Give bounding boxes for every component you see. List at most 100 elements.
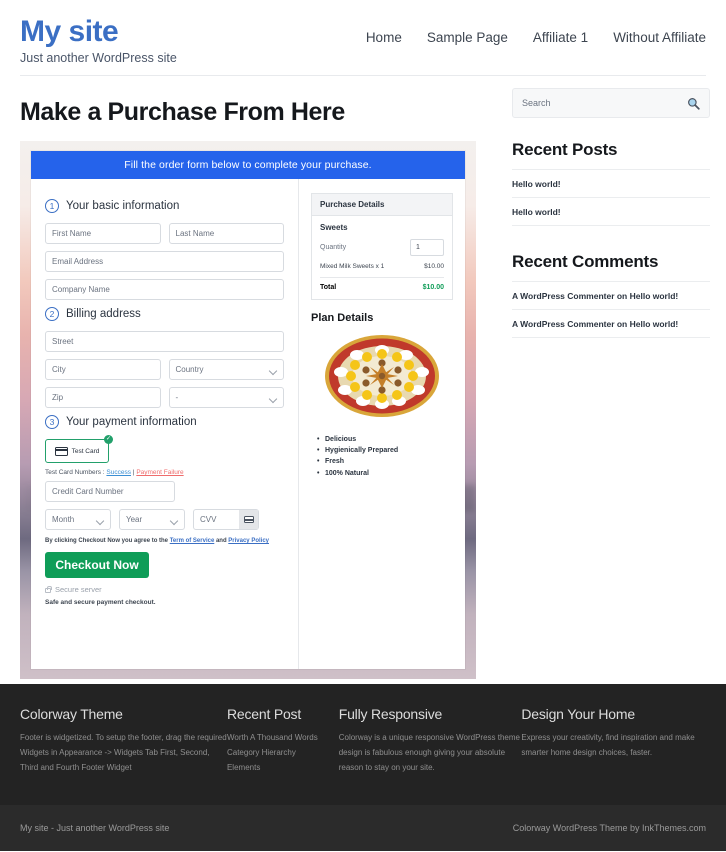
page-body: Make a Purchase From Here Fill the order… [0,76,726,684]
state-select[interactable]: - [168,387,284,408]
site-branding[interactable]: My site Just another WordPress site [20,10,177,65]
list-item[interactable]: Hello world! [512,198,710,226]
total-value: $10.00 [422,284,444,291]
credit-card-number-input[interactable]: Credit Card Number [45,481,175,502]
terms-prefix: By clicking Checkout Now you agree to th… [45,538,170,544]
footer-widget-4-text: Express your creativity, find inspiratio… [521,733,695,757]
list-item[interactable]: Elements [227,761,339,776]
first-name-input[interactable]: First Name [45,223,161,244]
credit-card-icon [54,446,68,456]
test-card-option[interactable]: ✓ Test Card [45,435,113,463]
nav-item-affiliate-1[interactable]: Affiliate 1 [533,30,588,45]
test-card-success-link[interactable]: Success [106,469,131,476]
widget-title-recent-comments: Recent Comments [512,252,710,282]
checkout-now-button[interactable]: Checkout Now [45,552,149,578]
list-item[interactable]: A WordPress Commenter on Hello world! [512,282,710,310]
safe-checkout-note: Safe and secure payment checkout. [45,599,156,606]
order-form-card: Fill the order form below to complete yo… [31,151,465,669]
order-form-banner: Fill the order form below to complete yo… [31,151,465,179]
last-name-input[interactable]: Last Name [168,223,284,244]
site-footer: Colorway Theme Footer is widgetized. To … [0,684,726,805]
footer-widget-1-text: Footer is widgetized. To setup the foote… [20,733,227,772]
cvv-help-button[interactable] [239,510,258,529]
street-input[interactable]: Street [45,331,284,352]
lock-icon [45,586,52,593]
product-name: Sweets [320,223,348,232]
total-label: Total [320,284,337,291]
list-item: Delicious [317,434,453,445]
footer-recent-post-list: Worth A Thousand Words Category Hierarch… [227,731,339,775]
footer-theme-credit[interactable]: Colorway WordPress Theme by InkThemes.co… [513,823,706,833]
product-image [311,332,453,420]
footer-widget-3-text: Colorway is a unique responsive WordPres… [338,733,520,772]
privacy-policy-link[interactable]: Privacy Policy [228,538,269,544]
recent-comment-link[interactable]: A WordPress Commenter on Hello world! [512,291,678,301]
search-icon[interactable] [687,97,700,110]
list-item[interactable]: Worth A Thousand Words [227,731,339,746]
step-1-number: 1 [45,199,59,213]
step-1-heading: 1 Your basic information [45,199,284,213]
order-form-fields: 1 Your basic information First Name Last… [31,179,299,669]
cvv-input[interactable]: CVV [194,515,239,524]
recent-comment-link[interactable]: A WordPress Commenter on Hello world! [512,319,678,329]
nav-item-sample-page[interactable]: Sample Page [427,30,508,45]
nav-item-without-affiliate[interactable]: Without Affiliate [613,30,706,45]
list-item[interactable]: A WordPress Commenter on Hello world! [512,310,710,338]
test-card-numbers-line: Test Card Numbers : Success | Payment Fa… [45,469,284,476]
list-item[interactable]: Hello world! [512,170,710,198]
quantity-input[interactable]: 1 [410,239,444,256]
footer-widget-4-title: Design Your Home [521,706,635,722]
secure-server-label: Secure server [55,585,102,594]
recent-post-link[interactable]: Hello world! [512,179,561,189]
step-3-label: Your payment information [66,416,197,428]
site-title[interactable]: My site [20,15,177,48]
expiry-month-select[interactable]: Month [45,509,111,530]
step-1-label: Your basic information [66,200,180,212]
terms-of-service-link[interactable]: Term of Service [170,538,215,544]
city-input[interactable]: City [45,359,161,380]
list-item: 100% Natural [317,468,453,479]
line-item-label: Mixed Milk Sweets x 1 [320,263,385,270]
line-item-price: $10.00 [424,263,444,270]
search-input[interactable]: Search [522,98,687,108]
plan-details-title: Plan Details [311,312,374,324]
email-input[interactable]: Email Address [45,251,284,272]
footer-widget-2: Recent Post Worth A Thousand Words Categ… [227,706,339,805]
footer-widget-1: Colorway Theme Footer is widgetized. To … [20,706,227,805]
order-form-background: Fill the order form below to complete yo… [20,141,476,679]
plan-feature-list: Delicious Hygienically Prepared Fresh 10… [311,434,453,479]
quantity-label: Quantity [320,244,347,251]
footer-widget-1-title: Colorway Theme [20,706,123,722]
step-2-heading: 2 Billing address [45,307,284,321]
total-row: Total $10.00 [320,284,444,291]
step-2-label: Billing address [66,308,141,320]
sweets-platter-illustration [325,335,439,417]
footer-bottom-bar: My site - Just another WordPress site Co… [0,805,726,851]
footer-site-credit: My site - Just another WordPress site [20,823,170,833]
recent-post-link[interactable]: Hello world! [512,207,561,217]
purchase-details-box: Purchase Details Sweets Quantity 1 Mixed… [311,193,453,300]
zip-input[interactable]: Zip [45,387,161,408]
site-header: My site Just another WordPress site Home… [0,0,726,76]
header-divider [20,75,706,76]
sidebar: Search Recent Posts Hello world! Hello w… [500,76,726,684]
list-item[interactable]: Category Hierarchy [227,746,339,761]
expiry-year-select[interactable]: Year [119,509,185,530]
list-item: Hygienically Prepared [317,445,453,456]
test-card-label: Test Card [71,447,100,455]
nav-item-home[interactable]: Home [366,30,402,45]
cvv-field-group[interactable]: CVV [193,509,259,530]
company-input[interactable]: Company Name [45,279,284,300]
page-title: Make a Purchase From Here [20,98,345,126]
order-summary-panel: Purchase Details Sweets Quantity 1 Mixed… [299,179,465,669]
check-circle-icon: ✓ [104,435,113,444]
search-widget[interactable]: Search [512,88,710,118]
secure-server-row: Secure server [45,585,284,594]
test-card-failure-link[interactable]: Payment Failure [136,469,183,476]
main-content: Make a Purchase From Here Fill the order… [0,76,500,684]
primary-navigation: Home Sample Page Affiliate 1 Without Aff… [366,30,706,45]
quantity-row: Quantity 1 [320,239,444,256]
terms-middle: and [214,538,229,544]
country-select[interactable]: Country [168,359,284,380]
credit-card-icon [243,516,254,523]
